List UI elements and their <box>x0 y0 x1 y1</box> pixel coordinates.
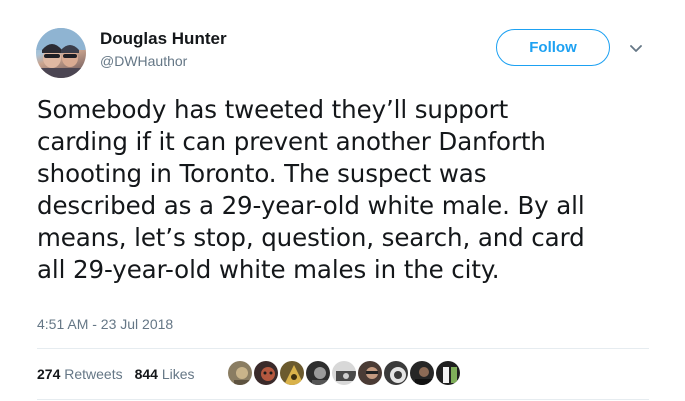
tweet-text-line: all 29-year-old white males in the city. <box>37 255 500 284</box>
divider <box>37 399 649 400</box>
likes-count: 844 <box>134 366 158 382</box>
retweets-stat[interactable]: 274 Retweets <box>37 366 123 382</box>
tweet-text: Somebody has tweeted they’ll support car… <box>37 94 662 286</box>
tweet-timestamp[interactable]: 4:51 AM - 23 Jul 2018 <box>37 316 173 332</box>
chevron-down-icon[interactable] <box>628 40 644 56</box>
liker-avatar[interactable] <box>304 359 332 387</box>
tweet-text-line: described as a 29-year-old white male. B… <box>37 191 585 220</box>
tweet-stats: 274 Retweets 844 Likes <box>37 366 195 382</box>
retweets-count: 274 <box>37 366 61 382</box>
user-handle[interactable]: @DWHauthor <box>100 53 187 69</box>
user-display-name[interactable]: Douglas Hunter <box>100 29 227 49</box>
divider <box>37 348 649 349</box>
tweet-text-line: carding if it can prevent another Danfor… <box>37 127 546 156</box>
tweet-text-line: Somebody has tweeted they’ll support <box>37 95 509 124</box>
tweet-card: Douglas Hunter @DWHauthor Follow Somebod… <box>0 0 685 401</box>
liker-avatar[interactable] <box>382 359 410 387</box>
liker-avatar[interactable] <box>434 359 462 387</box>
tweet-text-line: means, let’s stop, question, search, and… <box>37 223 585 252</box>
likes-label: Likes <box>161 366 195 382</box>
retweets-label: Retweets <box>64 366 123 382</box>
liker-avatar[interactable] <box>408 359 436 387</box>
liker-avatar[interactable] <box>278 359 306 387</box>
liker-avatars <box>226 359 462 387</box>
liker-avatar[interactable] <box>330 359 358 387</box>
liker-avatar[interactable] <box>226 359 254 387</box>
follow-button[interactable]: Follow <box>496 29 610 66</box>
liker-avatar[interactable] <box>356 359 384 387</box>
liker-avatar[interactable] <box>252 359 280 387</box>
likes-stat[interactable]: 844 Likes <box>135 366 195 382</box>
tweet-text-line: shooting in Toronto. The suspect was <box>37 159 487 188</box>
user-avatar[interactable] <box>36 28 86 78</box>
